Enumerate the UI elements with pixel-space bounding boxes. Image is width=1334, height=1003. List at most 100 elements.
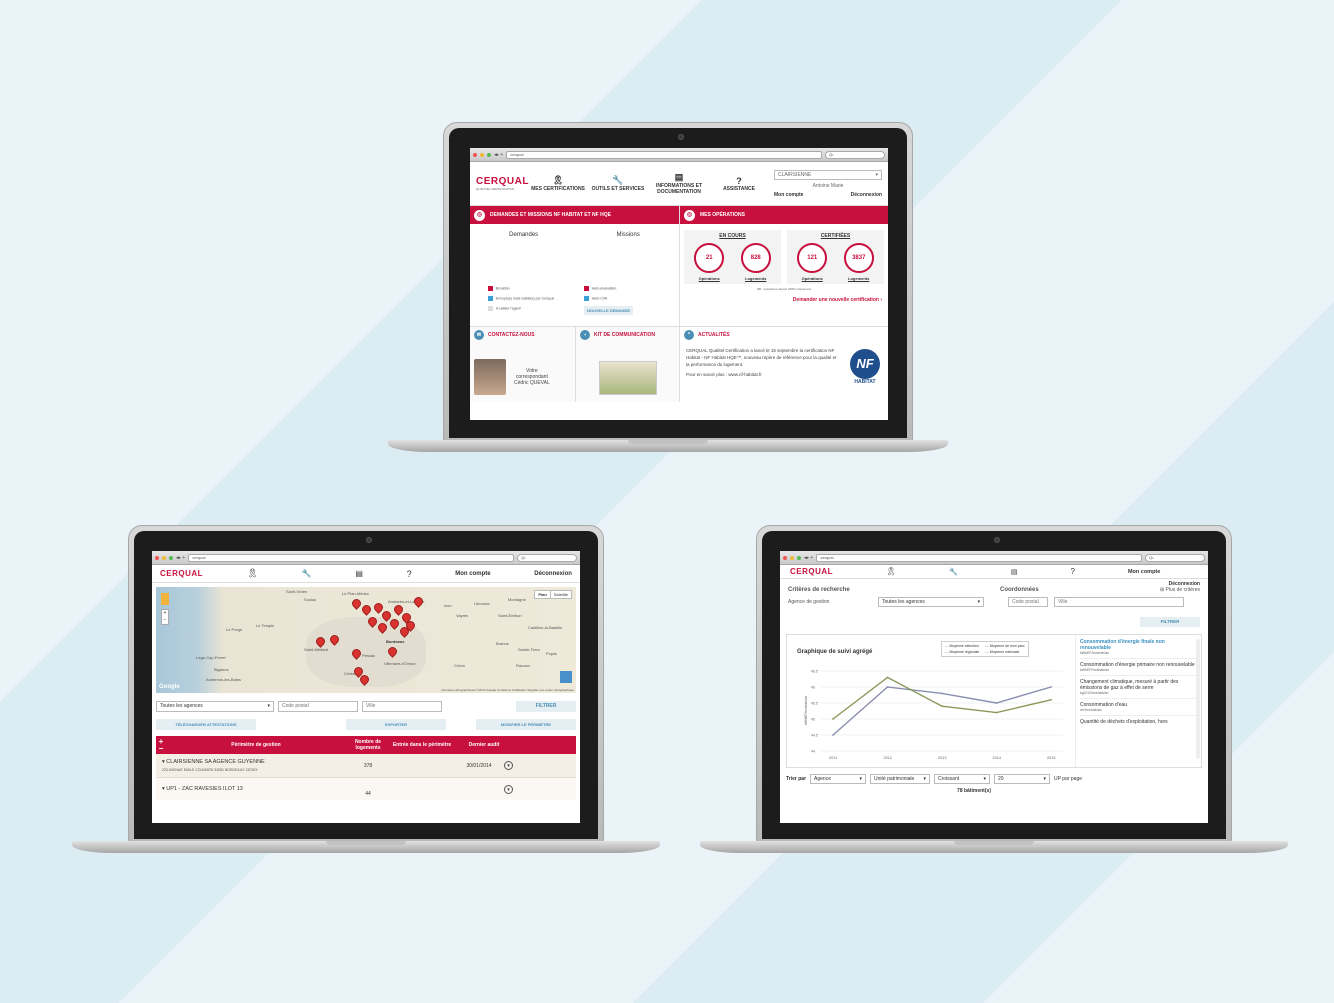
nav-informations[interactable]: ▤ INFORMATIONS ET DOCUMENTATION (648, 172, 710, 195)
logout-link[interactable]: Déconnexion (534, 571, 572, 577)
browser-search[interactable]: Q• (1145, 553, 1205, 562)
indicator-item[interactable]: Quantité de déchets d'exploitation, hors (1080, 716, 1197, 728)
question-icon[interactable]: ? (407, 569, 412, 579)
stat-operations-en-cours[interactable]: 21 (694, 243, 725, 273)
account-link[interactable]: Mon compte (774, 192, 803, 198)
agency-select[interactable]: Toutes les agences ▾ (878, 597, 984, 607)
close-dot-icon[interactable] (783, 555, 787, 560)
wrench-icon[interactable]: 🔧 (949, 568, 958, 576)
documents-icon[interactable]: ▤ (355, 569, 363, 578)
minimize-dot-icon[interactable] (790, 555, 794, 560)
brand-name[interactable]: CERQUAL (160, 569, 203, 578)
wrench-icon[interactable]: 🔧 (302, 569, 312, 578)
back-forward-icon[interactable]: ◂▸ + (176, 555, 185, 561)
modify-perimeter-button[interactable]: MODIFIER LE PÉRIMÈTRE (476, 719, 576, 730)
documents-icon[interactable]: ▤ (1011, 568, 1018, 576)
map-place: Le Temple (256, 623, 275, 628)
postal-code-input[interactable] (1008, 597, 1048, 607)
en-cours-label[interactable]: EN COURS (686, 233, 779, 239)
table-row[interactable]: ▾ UP1 - ZAC RAVESIES ILOT 13 44 ▾ (156, 778, 576, 800)
browser-search[interactable]: Q• (517, 553, 577, 562)
maximize-dot-icon[interactable] (797, 555, 801, 560)
nav-assistance[interactable]: ? ASSISTANCE (710, 176, 768, 192)
logout-link[interactable]: Déconnexion (851, 192, 882, 198)
data-point (832, 734, 834, 736)
org-select[interactable]: CLAIRSIENNE ▾ (774, 169, 882, 180)
expand-collapse-icon[interactable]: + − (156, 738, 166, 753)
download-certificates-button[interactable]: TÉLÉCHARGER ATTESTATIONS (156, 719, 256, 730)
map-view[interactable]: + − Plan Satellite Saint-Vivien Soulac Le… (156, 587, 576, 693)
account-link[interactable]: Mon compte (455, 571, 490, 577)
row-expand-icon[interactable]: ▾ (504, 784, 513, 794)
stat-label[interactable]: Opérations (699, 276, 720, 281)
agency-select[interactable]: Toutes les agences ▾ (156, 700, 274, 712)
logout-link[interactable]: Déconnexion (780, 579, 1208, 587)
maximize-dot-icon[interactable] (487, 152, 491, 157)
url-bar[interactable]: cerqual (506, 150, 822, 159)
indicator-item[interactable]: Consommation d'énergie finale non renouv… (1080, 639, 1197, 659)
maximize-dot-icon[interactable] (169, 555, 173, 560)
stat-label[interactable]: Logements (745, 276, 766, 281)
map-place: Pessac (362, 653, 376, 658)
y-tick-label: 45 (811, 718, 815, 722)
search-criteria-title: Critères de recherche (788, 587, 850, 593)
more-criteria-toggle[interactable]: ⊞ Plus de critères (1160, 587, 1200, 593)
badge-icon: ◎ (474, 209, 485, 221)
close-dot-icon[interactable] (155, 555, 159, 560)
new-certification-link[interactable]: Demander une nouvelle certification › (680, 297, 888, 303)
ribbon-icon[interactable]: 🎗 (886, 567, 896, 576)
indicator-item[interactable]: Consommation d'eau m³/m²shab/an (1080, 699, 1197, 716)
fullscreen-icon[interactable] (560, 671, 572, 683)
postal-code-input[interactable] (278, 700, 358, 712)
brand-logo[interactable]: CERQUAL QUALITEL CERTIFICATION (476, 176, 528, 191)
brand-name[interactable]: CERQUAL (790, 567, 833, 576)
stat-logements-en-cours[interactable]: 828 (740, 243, 771, 273)
filter-button[interactable]: FILTRER (516, 700, 576, 712)
account-link[interactable]: Mon compte (1128, 569, 1198, 575)
stat-operations-certifiees[interactable]: 121 (797, 243, 828, 273)
export-button[interactable]: EXPORTER (346, 719, 446, 730)
browser-search[interactable]: Q• (825, 150, 885, 159)
table-row[interactable]: ▾ CLAIRSIENNE SA AGENCE GUYENNE 223 AVEN… (156, 754, 576, 778)
row-expand-icon[interactable]: ▾ (504, 761, 513, 770)
sort-field2-select[interactable]: Unité patrimoniale ▾ (870, 774, 931, 784)
sort-field-select[interactable]: Agence ▾ (810, 774, 867, 784)
city-input[interactable] (1054, 597, 1184, 607)
ribbon-icon[interactable]: 🎗 (247, 568, 258, 579)
row-name: UP1 - ZAC RAVESIES ILOT 13 (166, 786, 243, 792)
column-header[interactable]: Périmètre de gestion (166, 742, 346, 748)
url-bar[interactable]: cerqual (188, 553, 514, 562)
stat-label[interactable]: Logements (848, 276, 869, 281)
x-tick-label: 2012 (884, 756, 892, 760)
chevron-down-icon: ▾ (1043, 776, 1047, 782)
chevron-down-icon: ▾ (977, 599, 980, 605)
column-header[interactable]: Nombre de logements (346, 739, 390, 751)
indicator-item[interactable]: Changement climatique, mesuré à partir d… (1080, 676, 1197, 699)
certifiees-label[interactable]: CERTIFIÉES (789, 233, 882, 239)
question-icon[interactable]: ? (1071, 567, 1075, 576)
minimize-dot-icon[interactable] (162, 555, 166, 560)
sort-order-select[interactable]: Croissant ▾ (934, 774, 991, 784)
per-page-select[interactable]: 20 ▾ (994, 774, 1051, 784)
chevron-down-icon: ▾ (923, 776, 927, 782)
stat-logements-certifiees[interactable]: 3837 (843, 243, 874, 273)
column-header[interactable]: Dernier audit (454, 742, 514, 748)
column-header[interactable]: Entrée dans le périmètre (390, 742, 454, 748)
stat-label[interactable]: Opérations (802, 276, 823, 281)
indicator-item[interactable]: Consommation d'énergie primaire non reno… (1080, 659, 1197, 676)
nav-outils[interactable]: 🔧 OUTILS ET SERVICES (588, 175, 648, 192)
kit-brochure-image[interactable] (598, 361, 657, 395)
scrollbar[interactable] (1196, 639, 1200, 759)
new-request-button[interactable]: NOUVELLE DEMANDE (583, 306, 634, 315)
brand-name: CERQUAL (476, 176, 529, 187)
city-input[interactable] (362, 700, 442, 712)
back-forward-icon[interactable]: ◂▸ + (804, 555, 813, 561)
url-bar[interactable]: cerqual (816, 553, 1142, 562)
map-place: Branne (496, 641, 509, 646)
filter-button[interactable]: FILTRER (1140, 617, 1200, 627)
screen-bezel: ◂▸ + cerqual Q• CERQUAL 🎗 🔧 ▤ ? Mon comp… (134, 531, 598, 839)
close-dot-icon[interactable] (473, 152, 477, 157)
back-forward-icon[interactable]: ◂▸ + (494, 152, 503, 158)
nav-mes-certifications[interactable]: 🎗 MES CERTIFICATIONS (528, 175, 588, 192)
minimize-dot-icon[interactable] (480, 152, 484, 157)
